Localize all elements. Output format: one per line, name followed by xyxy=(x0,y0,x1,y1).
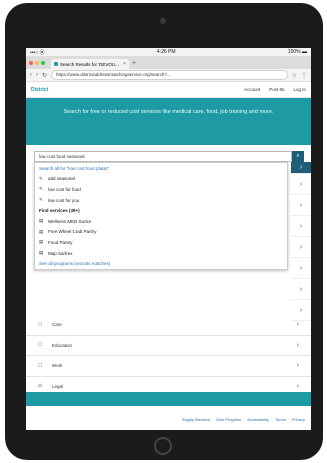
program-icon: ▤ xyxy=(39,218,44,224)
footer-link[interactable]: Give Progress xyxy=(216,417,241,422)
pencil-icon: ✎ xyxy=(39,197,43,203)
suggestion-program-item[interactable]: ▤ Map Sarfrex xyxy=(35,248,287,259)
maximize-window-icon[interactable] xyxy=(41,60,45,65)
suggestion-label: add seasonal xyxy=(48,176,75,182)
footer-link[interactable]: Accessibility xyxy=(247,417,269,422)
browser-tab[interactable]: Search Results for 'DEVOU... × xyxy=(51,59,129,69)
category-education[interactable]: ☐ Education › xyxy=(26,336,311,356)
forward-icon[interactable]: › xyxy=(36,72,38,78)
search-input[interactable] xyxy=(34,151,292,162)
nav-account[interactable]: Account xyxy=(244,87,260,92)
front-camera xyxy=(160,18,166,24)
chevron-right-icon: › xyxy=(296,382,299,390)
footer-link[interactable]: Supply Blended xyxy=(182,417,210,422)
battery-indicator: 100% ▬ xyxy=(287,49,307,55)
window-controls xyxy=(29,56,45,69)
search-button[interactable]: ⌕ xyxy=(292,151,304,162)
category-label: Care xyxy=(52,322,62,328)
suggestion-label: Search all for "low cost food (data)" xyxy=(39,165,110,171)
site-header: District Account Post-Its Log In xyxy=(26,82,311,98)
site-logo[interactable]: District xyxy=(31,87,48,93)
category-label: Work xyxy=(52,363,63,369)
suggestion-item[interactable]: ✎ add seasonal xyxy=(35,174,287,185)
browser-screen: •••○ ⦿ 4:26 PM 100% ▬ Search Results for… xyxy=(26,48,311,430)
favicon-icon xyxy=(54,62,58,66)
chevron-right-icon: › xyxy=(296,341,299,349)
close-window-icon[interactable] xyxy=(29,60,33,65)
program-icon: ▤ xyxy=(39,239,44,245)
back-icon[interactable]: ‹ xyxy=(30,72,32,78)
url-input[interactable]: https://www.districtaddressmatchingservi… xyxy=(51,70,288,80)
legal-icon: ⚖ xyxy=(38,383,43,390)
menu-icon[interactable]: ⋮ xyxy=(301,72,307,79)
suggestion-item[interactable]: ✎ low cost for food xyxy=(35,184,287,195)
nav-log-in[interactable]: Log In xyxy=(293,87,306,92)
category-label: Legal xyxy=(52,383,64,389)
search-icon: ⌕ xyxy=(296,153,300,159)
program-icon: ▤ xyxy=(39,250,44,256)
site-footer: Supply Blended Give Progress Accessibili… xyxy=(26,409,311,430)
tab-title: Search Results for 'DEVOU... xyxy=(60,61,119,67)
chevron-right-icon[interactable]: › xyxy=(291,279,311,300)
tab-close-icon[interactable]: × xyxy=(123,61,126,67)
browser-tab-bar: Search Results for 'DEVOU... × + xyxy=(26,56,311,69)
suggestion-program-item[interactable]: ▤ Free Wheel Crab Pantry xyxy=(35,227,287,238)
star-icon[interactable]: ☆ xyxy=(292,72,297,79)
suggestion-label: See all programs (recruits matches) xyxy=(39,261,111,267)
pencil-icon: ✎ xyxy=(39,186,43,192)
footer-band xyxy=(26,392,311,406)
signal-indicator: •••○ ⦿ xyxy=(30,49,45,56)
address-bar-row: ‹ › ↻ https://www.districtaddressmatchin… xyxy=(26,69,311,82)
footer-link[interactable]: Privacy xyxy=(292,417,305,422)
suggestion-label: low cost for you xyxy=(48,197,80,203)
category-list: ☖ Care › ☐ Education › ☐ Work › ⚖ Legal › xyxy=(26,315,311,397)
suggestion-section-heading: Find services (39+) xyxy=(35,205,287,216)
minimize-window-icon[interactable] xyxy=(35,60,39,65)
hero-text: Search for free or reduced cost services… xyxy=(63,109,274,115)
hero-banner: Search for free or reduced cost services… xyxy=(26,98,311,145)
status-bar: •••○ ⦿ 4:26 PM 100% ▬ xyxy=(26,48,311,56)
work-icon: ☐ xyxy=(38,362,43,369)
suggestion-search-all[interactable]: Search all for "low cost food (data)" xyxy=(35,163,287,174)
suggestion-see-all-programs[interactable]: See all programs (recruits matches) xyxy=(35,258,287,269)
footer-link[interactable]: Terms xyxy=(275,417,286,422)
suggestion-label: Map Sarfrex xyxy=(48,250,73,256)
chevron-right-icon: › xyxy=(296,321,299,329)
chevron-right-icon: › xyxy=(296,362,299,370)
care-icon: ☖ xyxy=(38,321,43,328)
program-icon: ▤ xyxy=(39,228,44,234)
ipad-frame: •••○ ⦿ 4:26 PM 100% ▬ Search Results for… xyxy=(5,3,323,460)
suggestion-label: Food Pantry xyxy=(48,239,73,245)
category-work[interactable]: ☐ Work › xyxy=(26,356,311,377)
reload-icon[interactable]: ↻ xyxy=(42,72,47,79)
search-suggestions-dropdown: Search all for "low cost food (data)" ✎ a… xyxy=(34,162,288,270)
category-care[interactable]: ☖ Care › xyxy=(26,315,311,336)
education-icon: ☐ xyxy=(38,342,43,349)
suggestion-label: Wellness MED Sucke xyxy=(48,218,92,224)
search-area: ⌕ Search all for "low cost food (data)" … xyxy=(34,151,304,270)
section-heading-label: Find services (39+) xyxy=(39,208,80,214)
suggestion-item[interactable]: ✎ low cost for you xyxy=(35,195,287,206)
suggestion-program-item[interactable]: ▤ Food Pantry xyxy=(35,237,287,248)
suggestion-label: low cost for food xyxy=(48,186,81,192)
suggestion-program-item[interactable]: ▤ Wellness MED Sucke xyxy=(35,216,287,227)
status-time: 4:26 PM xyxy=(156,49,176,55)
category-label: Education xyxy=(52,342,73,348)
search-row: ⌕ xyxy=(34,151,304,162)
pencil-icon: ✎ xyxy=(39,175,43,181)
home-button[interactable] xyxy=(154,437,172,455)
nav-post-its[interactable]: Post-Its xyxy=(269,87,284,92)
suggestion-label: Free Wheel Crab Pantry xyxy=(48,229,97,235)
new-tab-button[interactable]: + xyxy=(132,59,136,69)
